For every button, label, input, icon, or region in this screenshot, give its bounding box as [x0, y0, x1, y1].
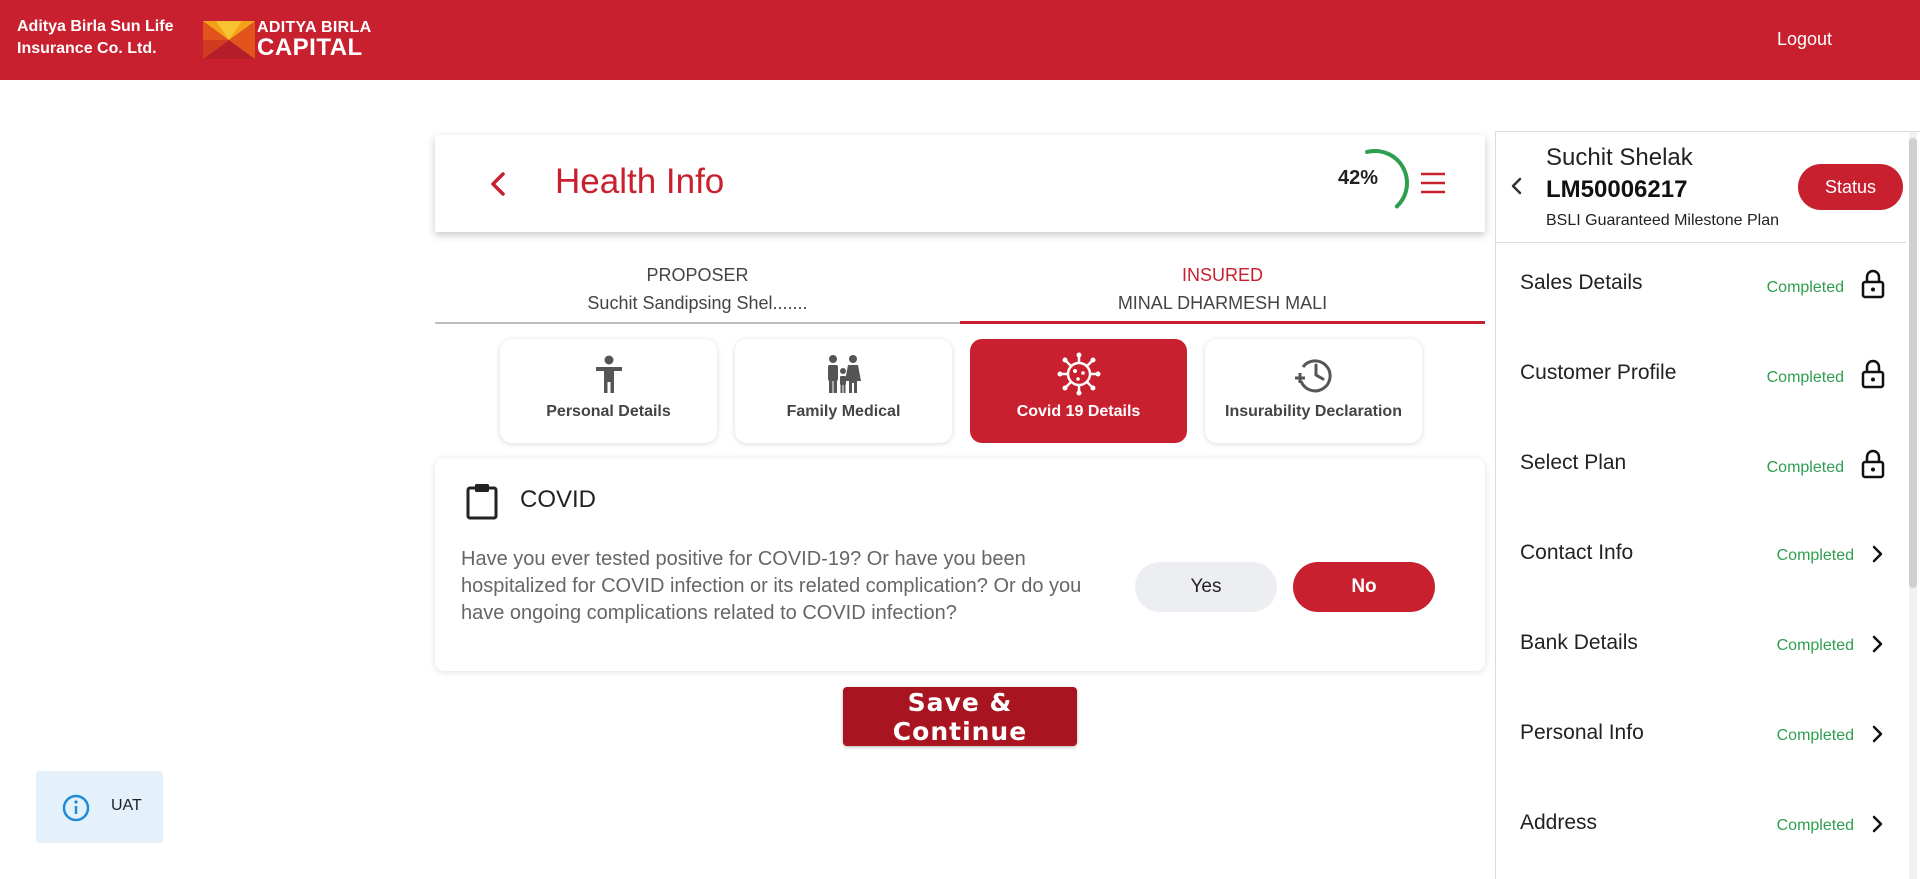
step-label: Personal Info: [1520, 721, 1644, 744]
step-status: Completed: [1776, 637, 1854, 654]
lock-icon: [1861, 359, 1885, 389]
lock-icon: [1861, 269, 1885, 299]
customer-id: LM50006217: [1546, 176, 1688, 203]
progress-steps-list: Sales Details Completed Customer Profile…: [1496, 242, 1906, 873]
step-customer-profile[interactable]: Customer Profile Completed: [1496, 333, 1906, 423]
step-status: Completed: [1766, 369, 1844, 386]
history-icon: [1294, 359, 1332, 393]
tab-insured-label: INSURED: [1181, 265, 1263, 285]
logo-text: ADITYA BIRLA CAPITAL: [257, 20, 371, 60]
page-title: Health Info: [555, 162, 725, 201]
person-icon: [595, 355, 622, 393]
section-family-medical-label: Family Medical: [786, 403, 901, 420]
step-address[interactable]: Address Completed: [1496, 783, 1906, 873]
covid-section-title: COVID: [520, 486, 597, 513]
step-label: Customer Profile: [1520, 361, 1677, 384]
save-and-continue-button[interactable]: Save & Continue: [843, 687, 1077, 746]
chevron-right-icon: [1872, 635, 1883, 653]
section-personal-details-label: Personal Details: [546, 403, 671, 420]
panel-scrollbar[interactable]: [1909, 132, 1917, 879]
environment-label: UAT: [111, 797, 142, 814]
step-label: Select Plan: [1520, 451, 1627, 474]
section-family-medical[interactable]: Family Medical: [735, 339, 952, 443]
clipboard-icon: [466, 484, 498, 520]
company-name-line2: Insurance Co. Ltd.: [17, 40, 157, 57]
section-covid-19-details-label: Covid 19 Details: [1016, 403, 1141, 420]
logo-sunburst-icon: [203, 21, 255, 59]
section-insurability-declaration[interactable]: Insurability Declaration: [1205, 339, 1422, 443]
health-sections: Personal Details Family Medical Covid 19…: [500, 339, 1422, 443]
step-status: Completed: [1776, 817, 1854, 834]
step-label: Address: [1520, 811, 1598, 834]
step-personal-info[interactable]: Personal Info Completed: [1496, 693, 1906, 783]
logo-line2: CAPITAL: [257, 34, 363, 61]
step-bank-details[interactable]: Bank Details Completed: [1496, 603, 1906, 693]
aditya-birla-capital-logo: ADITYA BIRLA CAPITAL: [203, 20, 371, 60]
step-status: Completed: [1766, 279, 1844, 296]
step-status: Completed: [1766, 459, 1844, 476]
company-name: Aditya Birla Sun Life Insurance Co. Ltd.: [17, 16, 173, 60]
tab-proposer-name: Suchit Sandipsing Shel.......: [587, 293, 808, 313]
plan-name: BSLI Guaranteed Milestone Plan: [1546, 212, 1780, 229]
section-insurability-declaration-label: Insurability Declaration: [1225, 403, 1402, 420]
application-summary-panel: Suchit Shelak LM50006217 BSLI Guaranteed…: [1495, 131, 1920, 879]
section-personal-details[interactable]: Personal Details: [500, 339, 717, 443]
step-sales-details[interactable]: Sales Details Completed: [1496, 243, 1906, 333]
tab-proposer-label: PROPOSER: [646, 265, 749, 285]
covid-question-card: COVID Have you ever tested positive for …: [435, 458, 1485, 671]
step-label: Contact Info: [1520, 541, 1634, 564]
logout-button[interactable]: Logout: [1777, 29, 1832, 50]
step-select-plan[interactable]: Select Plan Completed: [1496, 423, 1906, 513]
step-label: Bank Details: [1520, 631, 1638, 654]
virus-icon: [1057, 352, 1100, 396]
tab-proposer[interactable]: PROPOSER Suchit Sandipsing Shel.......: [435, 255, 960, 324]
chevron-right-icon: [1872, 815, 1883, 833]
covid-question-text: Have you ever tested positive for COVID-…: [461, 548, 1082, 624]
no-button[interactable]: No: [1293, 562, 1435, 612]
top-bar: Aditya Birla Sun Life Insurance Co. Ltd.…: [0, 0, 1920, 80]
family-icon: [827, 355, 861, 393]
chevron-right-icon: [1872, 545, 1883, 563]
company-name-line1: Aditya Birla Sun Life: [17, 18, 174, 35]
step-status: Completed: [1776, 547, 1854, 564]
health-info-header-card: Health Info 42%: [435, 135, 1485, 232]
chevron-right-icon: [1872, 725, 1883, 743]
chevron-left-icon[interactable]: [1506, 175, 1528, 197]
lock-icon: [1861, 449, 1885, 479]
status-button[interactable]: Status: [1798, 164, 1903, 210]
panel-scrollbar-thumb[interactable]: [1909, 138, 1917, 588]
step-status: Completed: [1776, 727, 1854, 744]
member-tabs: PROPOSER Suchit Sandipsing Shel....... I…: [435, 255, 1485, 324]
hamburger-menu-icon[interactable]: [1418, 168, 1448, 198]
tab-insured-name: MINAL DHARMESH MALI: [1117, 293, 1328, 313]
back-arrow-icon[interactable]: [485, 170, 513, 198]
progress-percent: 42%: [1338, 167, 1379, 189]
environment-badge: UAT: [36, 771, 163, 843]
step-label: Sales Details: [1520, 271, 1643, 294]
customer-name: Suchit Shelak: [1546, 144, 1693, 171]
tab-insured[interactable]: INSURED MINAL DHARMESH MALI: [960, 255, 1485, 324]
section-covid-19-details[interactable]: Covid 19 Details: [970, 339, 1187, 443]
yes-button[interactable]: Yes: [1135, 562, 1277, 612]
step-contact-info[interactable]: Contact Info Completed: [1496, 513, 1906, 603]
info-icon: [62, 794, 90, 822]
